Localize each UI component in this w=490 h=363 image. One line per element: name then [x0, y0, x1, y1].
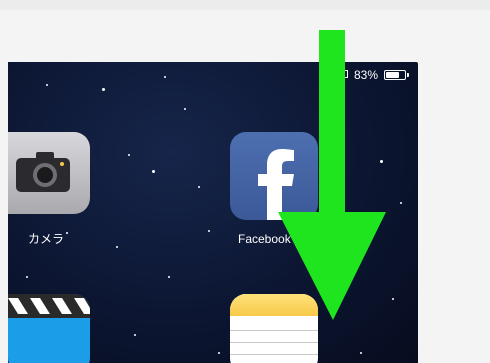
star: [134, 334, 136, 336]
star: [208, 230, 210, 232]
camera-icon: [16, 152, 70, 192]
star: [168, 276, 170, 278]
star: [164, 76, 166, 78]
star: [184, 108, 186, 110]
camera-app-label: カメラ: [28, 232, 65, 246]
camera-app-icon[interactable]: [8, 132, 90, 214]
notes-line: [230, 342, 318, 343]
videos-app-icon[interactable]: [8, 294, 90, 363]
top-band: [0, 0, 490, 10]
star: [198, 186, 200, 188]
star: [360, 352, 362, 354]
star: [218, 352, 220, 354]
star: [66, 232, 68, 234]
star: [46, 84, 48, 86]
star: [152, 170, 155, 173]
clapperboard-icon: [8, 294, 90, 318]
star: [400, 202, 402, 204]
notes-line: [230, 330, 318, 331]
star: [128, 154, 130, 156]
star: [102, 88, 105, 91]
down-arrow-icon: [278, 30, 386, 320]
arrow-shaft: [319, 30, 345, 216]
star: [26, 276, 28, 278]
star: [116, 246, 118, 248]
notes-line: [230, 354, 318, 355]
arrow-head: [278, 212, 386, 320]
star: [392, 298, 394, 300]
